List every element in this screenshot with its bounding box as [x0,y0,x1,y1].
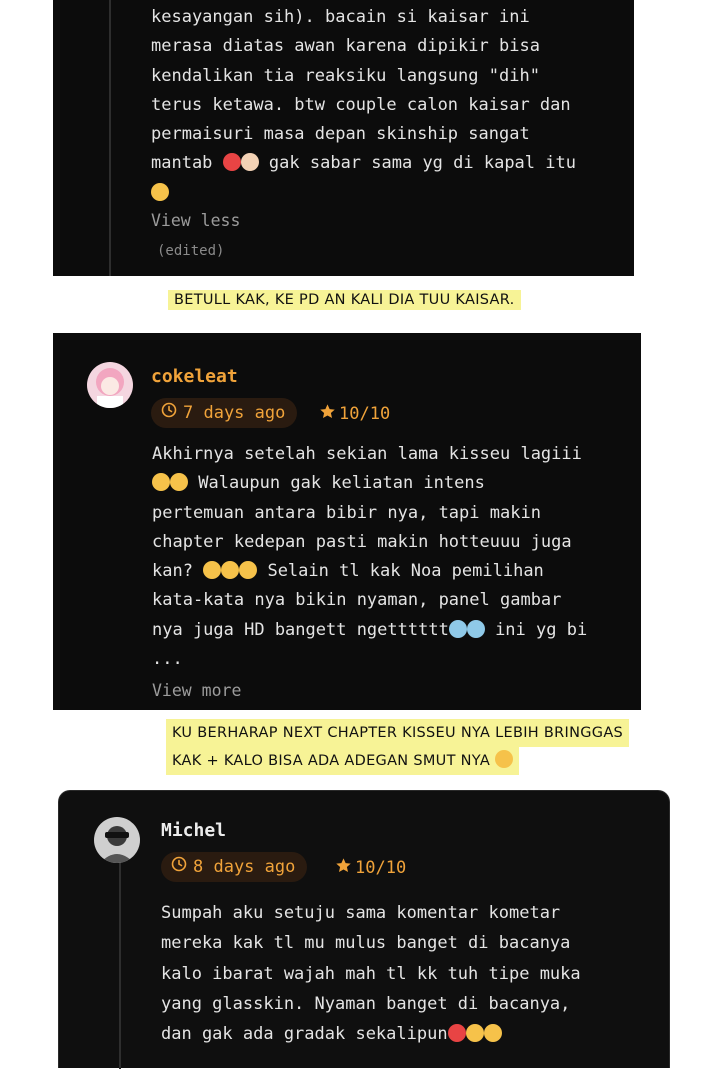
laughing-emoji [494,750,513,768]
handwritten-note-1: BETULL KAK, KE PD AN KALI DIA TUU KAISAR… [168,290,521,310]
avatar[interactable] [94,817,140,863]
comment-card-3: Michel 8 days ago 10/10 Sumpah aku setuj… [58,790,670,1069]
comment-line: kesayangan sih). bacain si kaisar ini [151,7,530,27]
thread-line [119,859,121,1069]
comment-line: mantab gak sabar sama yg di kapal itu [151,153,576,174]
yum-emoji [170,473,188,492]
note-text: KU BERHARAP NEXT CHAPTER KISSEU NYA LEBI… [166,719,630,747]
yum-emoji [152,473,170,492]
comment-line: nya juga HD bangett ngetttttt ini yg bi [152,619,588,640]
comment-line [151,179,576,208]
timestamp-text: 7 days ago [183,403,286,423]
rating-value: 10/10 [355,858,407,878]
comment-line: merasa diatas awan karena dipikir bisa [151,36,540,57]
comment-line: yang glasskin. Nyaman banget di bacanya, [161,993,571,1014]
comment-line: kata-kata nya bikin nyaman, panel gambar [152,590,562,611]
comment-line: Sumpah aku setuju sama komentar kometar [161,903,561,923]
crying-emoji [466,619,485,638]
thumbs-up-emoji [240,153,259,172]
comment-card-1: kesayangan sih). bacain si kaisar ini mer… [53,0,634,276]
edited-label: (edited) [157,243,225,259]
star-icon [335,857,352,879]
view-more-button[interactable]: View more [152,681,241,700]
comment-line: kan? Selain tl kak Noa pemilihan [152,561,544,582]
avatar[interactable] [87,362,133,408]
comment-line: Akhirnya setelah sekian lama kisseu lagi… [152,444,582,464]
crying-emoji [448,619,467,638]
grin-emoji [151,182,169,201]
comment-line: terus ketawa. btw couple calon kaisar da… [151,94,571,115]
comment-line: chapter kedepan pasti makin hotteuuu jug… [152,531,572,552]
timestamp-pill: 8 days ago [161,852,308,882]
clock-icon [161,398,177,428]
rating: 10/10 [319,403,390,425]
handwritten-note-2: KU BERHARAP NEXT CHAPTER KISSEU NYA LEBI… [166,719,630,775]
hundred-emoji [447,1024,466,1043]
comment-card-2: cokeleat 7 days ago 10/10 Akhirnya setel… [53,333,641,710]
star-icon [319,403,336,425]
rating: 10/10 [335,857,406,879]
comment-body: Akhirnya setelah sekian lama kisseu lagi… [152,440,587,674]
timestamp-text: 8 days ago [193,857,296,877]
comment-body: Sumpah aku setuju sama komentar kometar m… [161,898,581,1049]
tongue-emoji [239,561,258,580]
comment-body: kesayangan sih). bacain si kaisar ini mer… [151,3,576,208]
ok-hand-emoji [465,1024,484,1043]
tongue-emoji [203,561,222,580]
note-text: KAK + KALO BISA ADA ADEGAN SMUT NYA [166,747,519,775]
username[interactable]: Michel [161,820,226,841]
rating-value: 10/10 [339,404,391,424]
username[interactable]: cokeleat [151,366,238,387]
comment-line: kalo ibarat wajah mah tl kk tuh tipe muk… [161,963,581,984]
thread-line [109,0,111,276]
comment-line: ... [152,649,183,670]
kissing-emoji [483,1024,502,1043]
comment-line: kendalikan tia reaksiku langsung "dih" [151,65,540,86]
comment-line: mereka kak tl mu mulus banget di bacanya [161,933,571,954]
heart-eyes-emoji [222,153,241,172]
note-text: BETULL KAK, KE PD AN KALI DIA TUU KAISAR… [168,290,521,310]
comment-line: pertemuan antara bibir nya, tapi makin [152,502,541,523]
comment-line: Walaupun gak keliatan intens [152,469,587,498]
comment-line: permaisuri masa depan skinship sangat [151,124,530,145]
timestamp-pill: 7 days ago [151,398,298,428]
clock-icon [171,852,187,882]
tongue-emoji [221,561,240,580]
comment-line: dan gak ada gradak sekalipun [161,1019,581,1049]
view-less-button[interactable]: View less [151,211,240,230]
